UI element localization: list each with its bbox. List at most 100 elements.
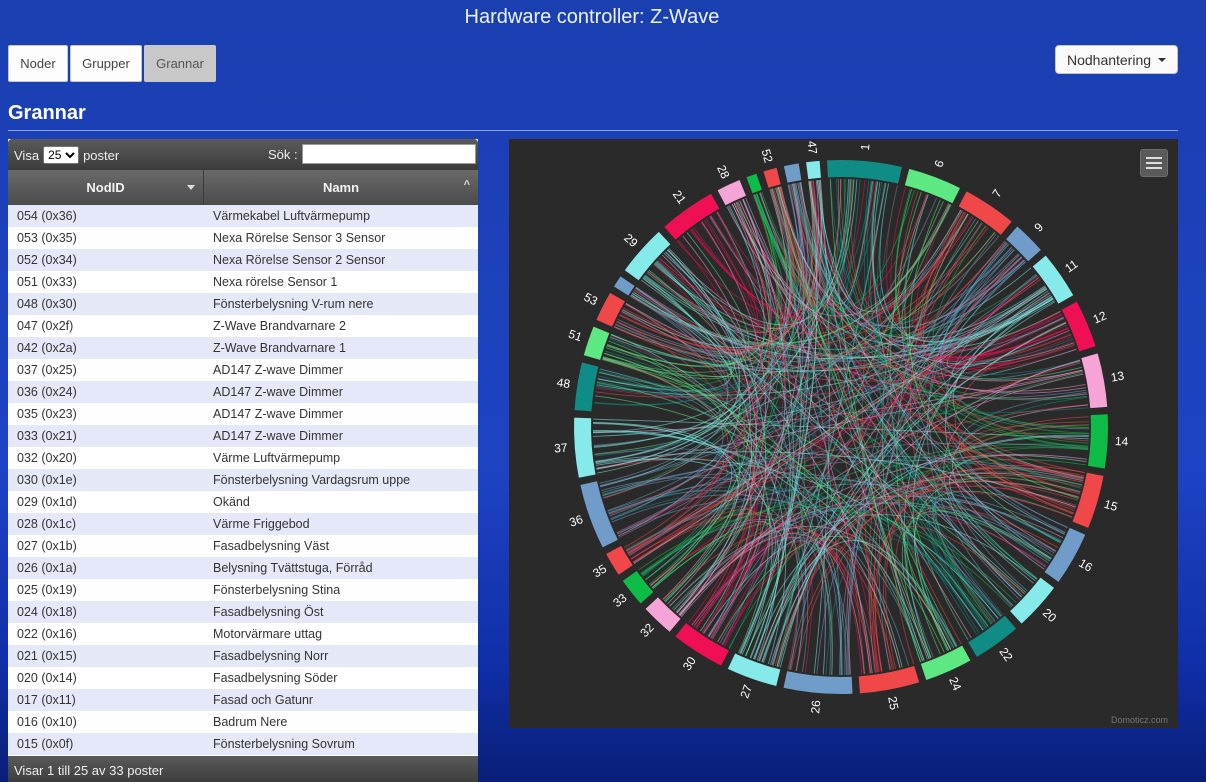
menu-bar: [1146, 167, 1162, 169]
node-arc[interactable]: [717, 180, 746, 206]
node-arc[interactable]: [622, 571, 654, 604]
table-row[interactable]: 015 (0x0f) Fönsterbelysning Sovrum: [8, 733, 478, 755]
table-row[interactable]: 026 (0x1a) Belysning Tvättstuga, Förråd: [8, 557, 478, 579]
table-row[interactable]: 024 (0x18) Fasadbelysning Öst: [8, 601, 478, 623]
node-arc[interactable]: [1087, 414, 1108, 469]
table-row[interactable]: 016 (0x10) Badrum Nere: [8, 711, 478, 733]
tab-grupper[interactable]: Grupper: [70, 45, 142, 82]
cell-namn: Fasadbelysning Söder: [213, 671, 338, 685]
table-row[interactable]: 030 (0x1e) Fönsterbelysning Vardagsrum up…: [8, 469, 478, 491]
node-label: 7: [989, 186, 1005, 200]
node-arc[interactable]: [1081, 353, 1108, 409]
search-input[interactable]: [301, 144, 476, 164]
table-row[interactable]: 051 (0x33) Nexa rörelse Sensor 1: [8, 271, 478, 293]
table-row[interactable]: 036 (0x24) AD147 Z-wave Dimmer: [8, 381, 478, 403]
cell-namn: Fönsterbelysning V-rum nere: [213, 297, 374, 311]
search-label: Sök :: [268, 146, 298, 162]
table-row[interactable]: 020 (0x14) Fasadbelysning Söder: [8, 667, 478, 689]
node-label: 13: [1110, 368, 1126, 384]
node-label: 11: [1062, 257, 1080, 276]
node-arc[interactable]: [958, 191, 1012, 235]
cell-nodid: 048 (0x30): [17, 297, 77, 311]
table-row[interactable]: 037 (0x25) AD147 Z-wave Dimmer: [8, 359, 478, 381]
node-label: 16: [1076, 556, 1095, 575]
tab-noder[interactable]: Noder: [8, 45, 68, 82]
table-info: Visar 1 till 25 av 33 poster: [8, 756, 478, 782]
cell-nodid: 042 (0x2a): [17, 341, 77, 355]
neighbor-chord-chart: 1 6 7 9 11 12 13 14 15 16 20 22 24 25 26 27 30 32 33 35 36 37…: [509, 139, 1178, 728]
table-row[interactable]: 053 (0x35) Nexa Rörelse Sensor 3 Sensor: [8, 227, 478, 249]
table-row[interactable]: 028 (0x1c) Värme Friggebod: [8, 513, 478, 535]
cell-nodid: 020 (0x14): [17, 671, 77, 685]
table-row[interactable]: 029 (0x1d) Okänd: [8, 491, 478, 513]
cell-nodid: 029 (0x1d): [17, 495, 77, 509]
table-row[interactable]: 047 (0x2f) Z-Wave Brandvarnare 2: [8, 315, 478, 337]
node-label: 28: [714, 163, 732, 181]
cell-namn: Nexa Rörelse Sensor 2 Sensor: [213, 253, 386, 267]
table-row[interactable]: 033 (0x21) AD147 Z-wave Dimmer: [8, 425, 478, 447]
table-row[interactable]: 042 (0x2a) Z-Wave Brandvarnare 1: [8, 337, 478, 359]
section-divider: [8, 130, 1178, 131]
cell-namn: Fasad och Gatunr: [213, 693, 314, 707]
node-label: 36: [567, 512, 585, 530]
menu-bar: [1146, 157, 1162, 159]
node-arc[interactable]: [574, 417, 596, 478]
node-arc[interactable]: [858, 666, 920, 694]
node-arc[interactable]: [613, 276, 635, 296]
chord-diagram: 1679111213141516202224252627303233353637…: [554, 140, 1129, 714]
cell-nodid: 052 (0x34): [17, 253, 77, 267]
node-arc[interactable]: [783, 163, 802, 183]
node-arc[interactable]: [1006, 226, 1041, 262]
cell-nodid: 036 (0x24): [17, 385, 77, 399]
node-arc[interactable]: [746, 173, 762, 194]
cell-nodid: 037 (0x25): [17, 363, 77, 377]
node-arc[interactable]: [583, 326, 610, 360]
node-arc[interactable]: [806, 160, 821, 180]
table-row[interactable]: 052 (0x34) Nexa Rörelse Sensor 2 Sensor: [8, 249, 478, 271]
table-row[interactable]: 048 (0x30) Fönsterbelysning V-rum nere: [8, 293, 478, 315]
cell-namn: Okänd: [213, 495, 250, 509]
table-row[interactable]: 021 (0x15) Fasadbelysning Norr: [8, 645, 478, 667]
node-arc[interactable]: [574, 362, 599, 412]
table-toolbar: Visa 25 poster Sök :: [8, 139, 478, 170]
neighbors-table: Visa 25 poster Sök : NodID Namn ^ 054 (0…: [8, 139, 478, 782]
page-size-control: Visa 25 poster: [14, 146, 119, 164]
cell-namn: AD147 Z-wave Dimmer: [213, 385, 343, 399]
table-row[interactable]: 022 (0x16) Motorvärmare uttag: [8, 623, 478, 645]
node-label: 6: [932, 158, 948, 169]
cell-nodid: 021 (0x15): [17, 649, 77, 663]
table-row[interactable]: 035 (0x23) AD147 Z-wave Dimmer: [8, 403, 478, 425]
cell-namn: Z-Wave Brandvarnare 1: [213, 341, 346, 355]
table-row[interactable]: 025 (0x19) Fönsterbelysning Stina: [8, 579, 478, 601]
table-row[interactable]: 017 (0x11) Fasad och Gatunr: [8, 689, 478, 711]
cell-namn: Fasadbelysning Väst: [213, 539, 330, 553]
table-row[interactable]: 027 (0x1b) Fasadbelysning Väst: [8, 535, 478, 557]
records-label: poster: [83, 147, 120, 163]
cell-namn: Värmekabel Luftvärmepump: [213, 209, 371, 223]
cell-namn: Fönsterbelysning Vardagsrum uppe: [213, 473, 411, 487]
node-arc[interactable]: [904, 168, 961, 204]
column-header-namn[interactable]: Namn ^: [204, 170, 478, 205]
node-label: 12: [1091, 308, 1109, 326]
cell-namn: AD147 Z-wave Dimmer: [213, 363, 343, 377]
node-label: 52: [759, 148, 776, 165]
table-row[interactable]: 032 (0x20) Värme Luftvärmepump: [8, 447, 478, 469]
page-size-select[interactable]: 25: [43, 146, 80, 164]
node-label: 37: [554, 441, 569, 456]
node-management-button[interactable]: Nodhantering: [1055, 45, 1178, 74]
cell-namn: Z-Wave Brandvarnare 2: [213, 319, 346, 333]
tab-grannar[interactable]: Grannar: [144, 45, 216, 82]
node-label: 22: [996, 645, 1015, 664]
cell-nodid: 028 (0x1c): [17, 517, 77, 531]
show-label: Visa: [14, 147, 40, 163]
cell-nodid: 033 (0x21): [17, 429, 77, 443]
cell-namn: Fönsterbelysning Stina: [213, 583, 341, 597]
cell-nodid: 054 (0x36): [17, 209, 77, 223]
chart-menu-button[interactable]: [1140, 149, 1168, 177]
cell-nodid: 030 (0x1e): [17, 473, 77, 487]
table-row[interactable]: 054 (0x36) Värmekabel Luftvärmepump: [8, 205, 478, 227]
cell-namn: Fönsterbelysning Sovrum: [213, 737, 355, 751]
column-header-nodid[interactable]: NodID: [8, 170, 204, 205]
node-arc[interactable]: [763, 167, 781, 188]
node-arc[interactable]: [596, 292, 625, 327]
